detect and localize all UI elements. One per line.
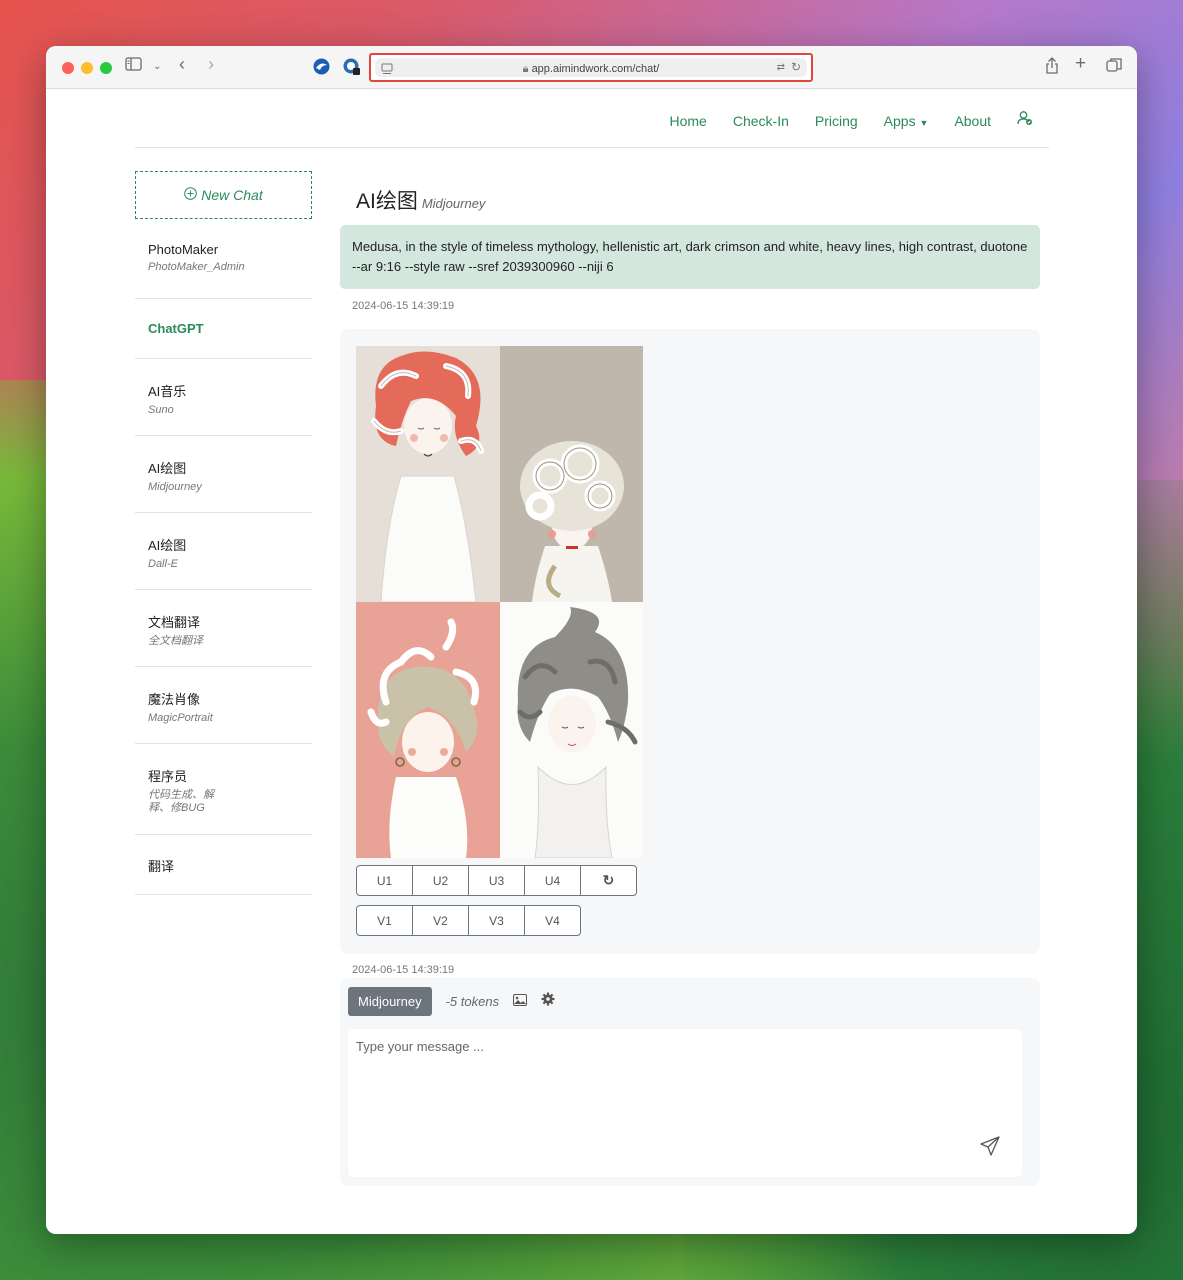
nav-check-in[interactable]: Check-In — [733, 113, 789, 129]
back-icon[interactable]: ‹ — [179, 54, 185, 74]
chat-sidebar: New Chat PhotoMaker PhotoMaker_Admin Cha… — [135, 171, 312, 895]
refresh-icon: ↻ — [602, 872, 615, 888]
reload-icon[interactable]: ↻ — [791, 60, 801, 74]
upscale-1-button[interactable]: U1 — [356, 865, 413, 896]
close-window-button[interactable] — [62, 62, 74, 74]
sidebar-item-subtitle: 全文档翻译 — [148, 635, 203, 647]
zoom-window-button[interactable] — [100, 62, 112, 74]
tab-overview-icon[interactable] — [1106, 57, 1122, 79]
browser-window: ⌄ ‹ › 🔒︎ app.aimindwork.com/chat/ ⇄ ↻ + … — [46, 46, 1137, 1234]
upscale-3-button[interactable]: U3 — [468, 865, 525, 896]
page-title-text: AI绘图 — [356, 190, 418, 213]
variation-2-button[interactable]: V2 — [412, 905, 469, 936]
page-subtitle: Midjourney — [421, 196, 486, 211]
share-icon[interactable] — [1045, 57, 1059, 80]
model-select-button[interactable]: Midjourney — [348, 987, 432, 1016]
nav-apps-label: Apps — [883, 112, 916, 129]
reroll-button[interactable]: ↻ — [580, 865, 637, 896]
sidebar-item-ai-music[interactable]: AI音乐 Suno — [135, 359, 312, 436]
sidebar-item-doc-translate[interactable]: 文档翻译 全文档翻译 — [135, 590, 312, 667]
address-bar[interactable]: 🔒︎ app.aimindwork.com/chat/ ⇄ ↻ — [369, 53, 813, 82]
sidebar-item-title: 程序员 — [148, 769, 188, 784]
url-text: app.aimindwork.com/chat/ — [531, 63, 660, 75]
top-navbar: Home Check-In Pricing Apps ▼ About — [135, 89, 1049, 148]
generated-image-2[interactable] — [499, 346, 643, 602]
chat-main: AI绘图 Midjourney Medusa, in the style of t… — [340, 171, 1040, 1186]
new-tab-icon[interactable]: + — [1075, 54, 1086, 74]
token-cost: -5 tokens — [445, 994, 500, 1009]
sidebar-item-subtitle: Suno — [148, 404, 174, 416]
sidebar-item-subtitle: Midjourney — [148, 481, 202, 493]
sidebar-item-title: AI绘图 — [148, 538, 187, 553]
plus-circle-icon — [184, 187, 198, 203]
sidebar-item-programmer[interactable]: 程序员 代码生成、解释、修BUG — [135, 744, 312, 835]
settings-gear-icon[interactable] — [541, 992, 555, 1011]
send-icon[interactable] — [980, 1136, 1000, 1161]
user-prompt-message: Medusa, in the style of timeless mytholo… — [340, 225, 1040, 289]
image-upload-icon[interactable] — [513, 993, 528, 1011]
upscale-button-group: U1 U2 U3 U4 ↻ — [356, 865, 1024, 896]
sidebar-item-title: 翻译 — [148, 859, 175, 874]
sidebar-item-magic-portrait[interactable]: 魔法肖像 MagicPortrait — [135, 667, 312, 744]
sidebar-item-title: AI音乐 — [148, 384, 187, 399]
prompt-timestamp: 2024-06-15 14:39:19 — [352, 300, 455, 312]
translate-icon[interactable]: ⇄ — [777, 62, 785, 73]
variation-3-button[interactable]: V3 — [468, 905, 525, 936]
response-timestamp: 2024-06-15 14:39:19 — [352, 964, 455, 976]
sidebar-item-translate[interactable]: 翻译 — [135, 835, 312, 895]
page-title: AI绘图 Midjourney — [356, 185, 1040, 215]
extension-icon[interactable] — [313, 58, 330, 81]
variation-4-button[interactable]: V4 — [524, 905, 581, 936]
sidebar-item-title: 魔法肖像 — [148, 692, 201, 707]
new-chat-label: New Chat — [201, 187, 263, 203]
nav-apps-dropdown[interactable]: Apps ▼ — [884, 113, 929, 129]
sidebar-item-title: 文档翻译 — [148, 615, 201, 630]
upscale-2-button[interactable]: U2 — [412, 865, 469, 896]
generated-image-grid[interactable] — [356, 346, 643, 858]
minimize-window-button[interactable] — [81, 62, 93, 74]
message-box — [348, 1029, 1022, 1177]
caret-down-icon: ▼ — [919, 117, 929, 128]
variation-button-group: V1 V2 V3 V4 — [356, 905, 1024, 936]
lock-icon: 🔒︎ — [522, 63, 529, 75]
browser-toolbar: ⌄ ‹ › 🔒︎ app.aimindwork.com/chat/ ⇄ ↻ + — [46, 46, 1137, 89]
sidebar-item-ai-drawing-midjourney[interactable]: AI绘图 Midjourney — [135, 436, 312, 513]
generated-image-1[interactable] — [356, 346, 500, 602]
sidebar-item-chatgpt[interactable]: ChatGPT — [135, 299, 312, 359]
sidebar-item-subtitle: 代码生成、解释、修BUG — [148, 789, 214, 814]
variation-1-button[interactable]: V1 — [356, 905, 413, 936]
chevron-down-icon[interactable]: ⌄ — [153, 57, 161, 77]
password-extension-icon[interactable] — [343, 58, 361, 82]
generated-image-4[interactable] — [499, 602, 643, 858]
sidebar-item-subtitle: MagicPortrait — [148, 712, 213, 724]
sidebar-item-title: AI绘图 — [148, 461, 187, 476]
new-chat-button[interactable]: New Chat — [135, 171, 312, 219]
message-composer: Midjourney -5 tokens — [340, 978, 1040, 1186]
forward-icon[interactable]: › — [208, 54, 214, 74]
web-page: Home Check-In Pricing Apps ▼ About New C… — [46, 89, 1137, 1234]
user-account-icon[interactable] — [1017, 110, 1033, 131]
nav-pricing[interactable]: Pricing — [815, 113, 858, 129]
sidebar-item-subtitle: PhotoMaker_Admin — [148, 261, 245, 273]
sidebar-item-title: ChatGPT — [148, 321, 204, 336]
generated-image-3[interactable] — [356, 602, 500, 858]
sidebar-item-photomaker[interactable]: PhotoMaker PhotoMaker_Admin — [135, 219, 312, 299]
nav-about[interactable]: About — [954, 113, 991, 129]
message-input[interactable] — [356, 1039, 956, 1054]
nav-home[interactable]: Home — [669, 113, 706, 129]
sidebar-item-title: PhotoMaker — [148, 242, 219, 257]
sidebar-item-ai-drawing-dalle[interactable]: AI绘图 Dall-E — [135, 513, 312, 590]
sidebar-item-subtitle: Dall-E — [148, 558, 178, 570]
upscale-4-button[interactable]: U4 — [524, 865, 581, 896]
sidebar-toggle-icon[interactable] — [125, 57, 142, 77]
image-response-card: U1 U2 U3 U4 ↻ V1 V2 V3 V4 — [340, 329, 1040, 954]
